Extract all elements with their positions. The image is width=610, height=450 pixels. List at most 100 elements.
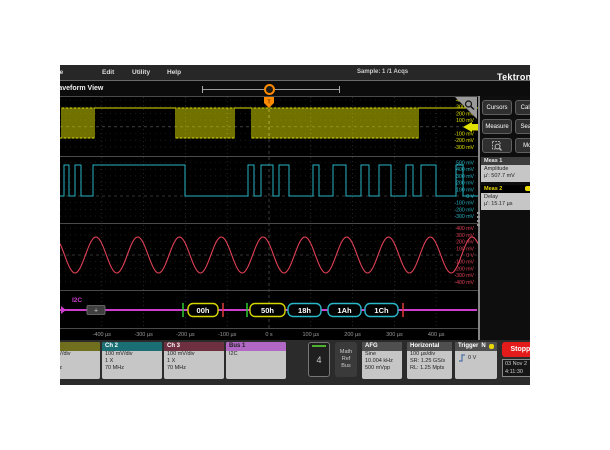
voltage-scale-label: -300 mV (454, 214, 474, 220)
channel4-color-line (312, 345, 326, 347)
badge-line: SR: 1.25 GS/s (410, 358, 446, 364)
waveform-display[interactable]: 400 mV300 mV200 mV100 mV-100 mV-200 mV-3… (60, 96, 478, 340)
voltage-scale-label: -200 mV (454, 266, 474, 272)
meas1-value: µ': 507.7 mV (484, 173, 515, 179)
voltage-scale-label: -200 mV (454, 207, 474, 213)
trigger-level: 0 V (468, 355, 477, 361)
time-axis-label: 0 s (265, 332, 273, 338)
bus-packet-value: 1Ah (337, 306, 352, 315)
cursors-button[interactable]: Cursors (482, 100, 512, 115)
badge-line: 70 MHz (60, 365, 100, 372)
voltage-scale-label: -200 mV (454, 138, 474, 144)
meas1-title: Meas 1 (481, 157, 530, 165)
badge-line: 500 mVpp (365, 365, 391, 371)
badge-line: 1 X (60, 358, 100, 365)
voltage-scale-label: 0 V (466, 194, 474, 200)
voltage-scale-label: 400 mV (456, 167, 474, 173)
voltage-scale-label: -100 mV (454, 201, 474, 207)
badge-line: 1 X (105, 358, 114, 364)
meas1-name: Amplitude (484, 166, 509, 172)
bus-packet-value: 00h (197, 306, 210, 315)
screenshot-canvas: File Edit Utility Help Sample: 1 /1 Acqs Te… (0, 0, 610, 450)
callout-button[interactable]: Callout (515, 100, 530, 115)
time-axis-label: 300 µs (386, 332, 403, 338)
time-axis-label: 100 µs (302, 332, 319, 338)
badge-line: 100 mV/div (60, 351, 71, 357)
time-axis-label: -100 µs (218, 332, 237, 338)
menu-item-utility[interactable]: Utility (132, 69, 150, 76)
zoom-overlay-button[interactable] (482, 138, 512, 153)
badge-ch3[interactable]: Ch 3 100 mV/div 1 X 70 MHz (164, 342, 224, 379)
meas1-badge[interactable]: Meas 1 Amplitude µ': 507.7 mV (481, 157, 530, 182)
badge-line: 100 mV/div (167, 351, 195, 357)
zoom-overlay-icon (492, 140, 502, 151)
rising-edge-icon (459, 354, 465, 362)
badge-line: 70 MHz (167, 365, 186, 371)
time-axis-label: -400 µs (93, 332, 112, 338)
results-panel: CursorsCalloutMeasureSearch More Meas 1 A… (478, 96, 530, 340)
trigger-position-handle[interactable] (264, 84, 275, 95)
time-text: 4:11:30 (505, 369, 523, 375)
tektronix-logo: Tektronix (497, 72, 530, 82)
badge-line: 70 MHz (105, 365, 124, 371)
trigger-badge[interactable]: Trigger N 0 V (455, 342, 497, 379)
run-stop-button[interactable]: Stopped (502, 342, 530, 357)
voltage-scale-label: -100 mV (454, 132, 474, 138)
sample-status: Sample: 1 /1 Acqs (357, 69, 409, 75)
badge-line: Ref (341, 356, 351, 362)
trigger-marker-letter: T (267, 100, 270, 106)
trigger-title: Trigger (458, 343, 479, 349)
badge-header: Ch 3 (164, 342, 224, 351)
badge-ch1[interactable]: Ch 1100 mV/div1 X70 MHz (60, 342, 100, 379)
bus-packet-value: 50h (261, 306, 274, 315)
channel4-label: 4 (316, 354, 322, 365)
voltage-scale-label: 400 mV (456, 226, 474, 232)
voltage-scale-label: 0 V (466, 253, 474, 259)
channel4-button[interactable]: 4 (308, 342, 330, 377)
menu-item-edit[interactable]: Edit (102, 69, 114, 76)
time-axis-label: -200 µs (176, 332, 195, 338)
badge-header: Bus 1 (226, 342, 286, 351)
meas2-badge[interactable]: Meas 2 Delay µ': 15.17 µs (481, 185, 530, 210)
measure-button[interactable]: Measure (482, 119, 512, 134)
voltage-scale-label: -300 mV (454, 273, 474, 279)
badge-bus1[interactable]: Bus 1 I2C (226, 342, 286, 379)
bus-packet-value: 18h (298, 306, 311, 315)
time-axis-label: -300 µs (134, 332, 153, 338)
voltage-scale-label: -300 mV (454, 145, 474, 151)
tab-waveform-view[interactable]: Waveform View (60, 85, 103, 92)
badge-ch2[interactable]: Ch 2 100 mV/div 1 X 70 MHz (102, 342, 162, 379)
badge-line: RL: 1.25 Mpts (410, 365, 445, 371)
search-button[interactable]: Search (515, 119, 530, 134)
horizontal-badge[interactable]: Horizontal 100 µs/div SR: 1.25 GS/s RL: 1.… (407, 342, 452, 379)
math-ref-bus-button[interactable]: Math Ref Bus (335, 342, 357, 377)
meas2-source-icon (525, 186, 530, 191)
more-button[interactable]: More (515, 138, 530, 153)
afg-title: AFG (365, 343, 378, 349)
settings-bar: Ch 1100 mV/div1 X70 MHzCh 2100 mV/div1 X… (60, 340, 530, 385)
afg-badge[interactable]: AFG Sine 10.004 kHz 500 mVpp (362, 342, 402, 379)
voltage-scale-label: 100 mV (456, 187, 474, 193)
voltage-scale-label: 500 mV (456, 161, 474, 167)
menu-item-file[interactable]: File (60, 69, 63, 76)
menu-item-help[interactable]: Help (167, 69, 181, 76)
date-text: 03 Nov 2 (505, 361, 528, 367)
datetime-display: 03 Nov 2 4:11:30 (502, 359, 530, 377)
panel-splitter-grip[interactable] (477, 212, 480, 226)
voltage-scale-label: 100 mV (456, 246, 474, 252)
meas2-name: Delay (484, 194, 499, 200)
badge-line: I2C (229, 351, 238, 357)
badge-line: 1 X (167, 358, 176, 364)
time-axis-label: 200 µs (344, 332, 361, 338)
horizontal-title: Horizontal (410, 343, 440, 349)
badge-line: 100 µs/div (410, 351, 436, 357)
meas2-value: µ': 15.17 µs (484, 201, 513, 207)
badge-line: Sine (365, 351, 377, 357)
meas2-title: Meas 2 (484, 186, 503, 192)
bus1-label: I2C (72, 297, 82, 304)
badge-header: Ch 2 (102, 342, 162, 351)
badge-line: 10.004 kHz (365, 358, 393, 364)
badge-line: 100 mV/div (105, 351, 133, 357)
badge-line: Math (339, 349, 353, 355)
badge-line: Bus (341, 363, 351, 369)
